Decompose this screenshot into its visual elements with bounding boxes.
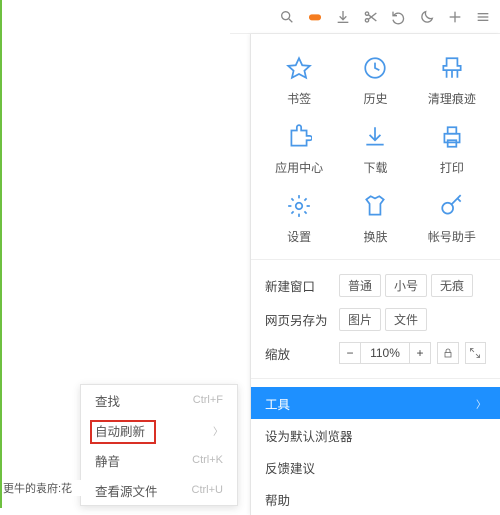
submenu-shortcut: Ctrl+U xyxy=(192,484,223,496)
tshirt-icon xyxy=(353,190,397,222)
menu-tools[interactable]: 工具 〉 xyxy=(251,387,500,419)
grid-label: 帐号助手 xyxy=(414,228,490,245)
menu-label: 工具 xyxy=(265,394,290,413)
new-window-row: 新建窗口 普通 小号 无痕 xyxy=(251,268,500,302)
menu-feedback[interactable]: 反馈建议 xyxy=(251,451,500,483)
new-window-label: 新建窗口 xyxy=(265,276,339,295)
submenu-label: 自动刷新 xyxy=(95,421,145,440)
quick-grid: 书签 历史 清理痕迹 应用中心 下载 打印 设置 换肤 xyxy=(251,34,500,251)
grid-label: 换肤 xyxy=(337,228,413,245)
submenu-shortcut: Ctrl+K xyxy=(192,454,223,466)
search-icon[interactable] xyxy=(276,6,298,28)
background-text-fragment: 更牛的袁府:花 xyxy=(3,480,83,496)
menu-label: 帮助 xyxy=(265,490,290,509)
lock-icon[interactable] xyxy=(437,342,459,364)
submenu-label: 查看源文件 xyxy=(95,481,158,500)
divider xyxy=(251,259,500,260)
submenu-auto-refresh[interactable]: 自动刷新 〉 xyxy=(81,415,237,445)
moon-icon[interactable] xyxy=(416,6,438,28)
clock-icon xyxy=(353,52,397,84)
scissors-icon[interactable] xyxy=(360,6,382,28)
submenu-view-source[interactable]: 查看源文件 Ctrl+U xyxy=(81,475,237,505)
zoom-row: 缩放 − 110% + xyxy=(251,336,500,370)
save-as-label: 网页另存为 xyxy=(265,310,339,329)
key-icon xyxy=(430,190,474,222)
grid-label: 打印 xyxy=(414,159,490,176)
zoom-plus[interactable]: + xyxy=(409,342,431,364)
grid-item-bookmarks[interactable]: 书签 xyxy=(261,52,337,107)
submenu-mute[interactable]: 静音 Ctrl+K xyxy=(81,445,237,475)
new-window-small[interactable]: 小号 xyxy=(385,274,427,297)
gear-icon xyxy=(277,190,321,222)
star-icon xyxy=(277,52,321,84)
new-window-normal[interactable]: 普通 xyxy=(339,274,381,297)
menu-label: 设为默认浏览器 xyxy=(265,426,353,445)
grid-item-app-center[interactable]: 应用中心 xyxy=(261,121,337,176)
download-large-icon xyxy=(353,121,397,153)
menu-label: 反馈建议 xyxy=(265,458,315,477)
grid-item-print[interactable]: 打印 xyxy=(414,121,490,176)
save-as-image[interactable]: 图片 xyxy=(339,308,381,331)
tools-submenu: 查找 Ctrl+F 自动刷新 〉 静音 Ctrl+K 查看源文件 Ctrl+U xyxy=(80,384,238,506)
grid-item-settings[interactable]: 设置 xyxy=(261,190,337,245)
download-icon[interactable] xyxy=(332,6,354,28)
submenu-find[interactable]: 查找 Ctrl+F xyxy=(81,385,237,415)
grid-label: 书签 xyxy=(261,90,337,107)
chevron-right-icon: 〉 xyxy=(213,423,223,438)
grid-item-skin[interactable]: 换肤 xyxy=(337,190,413,245)
grid-label: 应用中心 xyxy=(261,159,337,176)
grid-item-download[interactable]: 下载 xyxy=(337,121,413,176)
printer-icon xyxy=(430,121,474,153)
zoom-label: 缩放 xyxy=(265,344,339,363)
menu-help[interactable]: 帮助 xyxy=(251,483,500,515)
puzzle-icon xyxy=(277,121,321,153)
zoom-value: 110% xyxy=(361,342,409,364)
menu-icon[interactable] xyxy=(472,6,494,28)
gamepad-icon[interactable] xyxy=(304,6,326,28)
broom-icon xyxy=(430,52,474,84)
grid-item-clear-trace[interactable]: 清理痕迹 xyxy=(414,52,490,107)
browser-toolbar xyxy=(230,0,500,34)
submenu-shortcut: Ctrl+F xyxy=(193,394,223,406)
save-as-row: 网页另存为 图片 文件 xyxy=(251,302,500,336)
grid-label: 设置 xyxy=(261,228,337,245)
main-menu-panel: 书签 历史 清理痕迹 应用中心 下载 打印 设置 换肤 xyxy=(250,34,500,515)
grid-item-history[interactable]: 历史 xyxy=(337,52,413,107)
save-as-file[interactable]: 文件 xyxy=(385,308,427,331)
fullscreen-icon[interactable] xyxy=(465,342,487,364)
grid-label: 下载 xyxy=(337,159,413,176)
plus-icon[interactable] xyxy=(444,6,466,28)
submenu-label: 查找 xyxy=(95,391,120,410)
submenu-label: 静音 xyxy=(95,451,120,470)
menu-default-browser[interactable]: 设为默认浏览器 xyxy=(251,419,500,451)
zoom-minus[interactable]: − xyxy=(339,342,361,364)
grid-label: 历史 xyxy=(337,90,413,107)
chevron-right-icon: 〉 xyxy=(476,396,486,411)
grid-item-account[interactable]: 帐号助手 xyxy=(414,190,490,245)
new-window-incognito[interactable]: 无痕 xyxy=(431,274,473,297)
undo-icon[interactable] xyxy=(388,6,410,28)
divider xyxy=(251,378,500,379)
grid-label: 清理痕迹 xyxy=(414,90,490,107)
